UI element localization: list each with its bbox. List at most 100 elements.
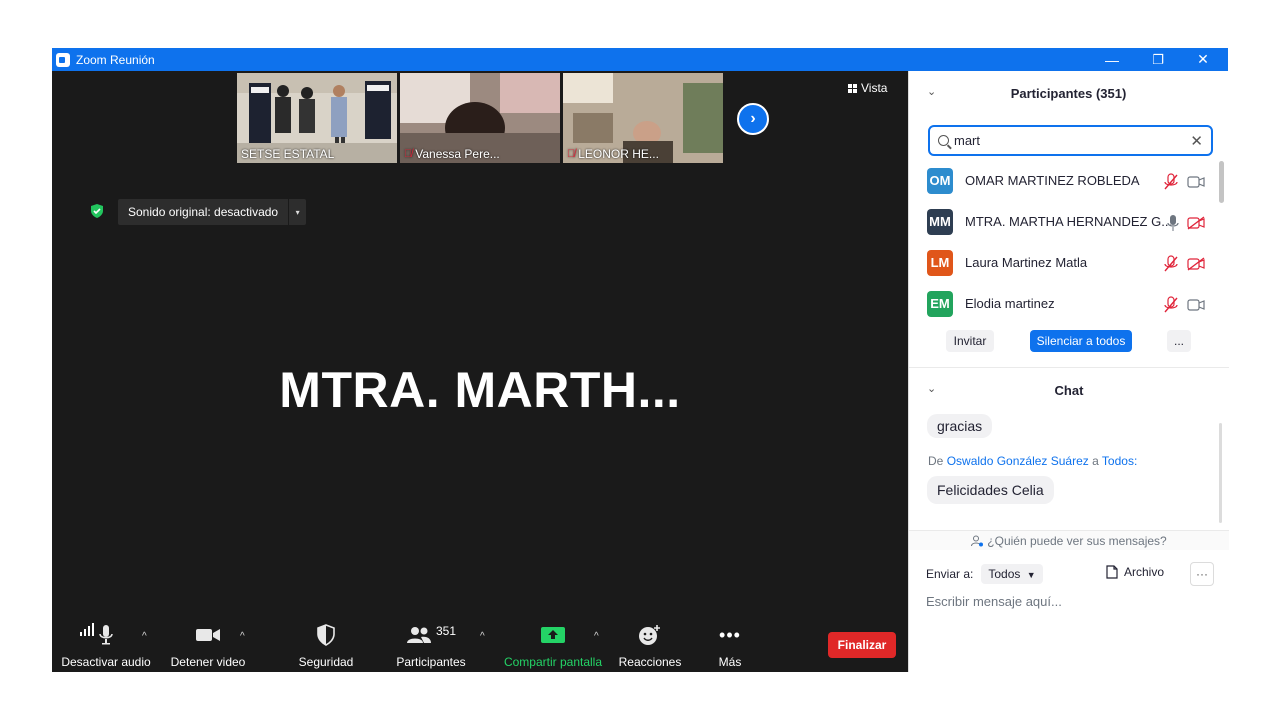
participant-row[interactable]: MM MTRA. MARTHA HERNANDEZ G... — [909, 201, 1219, 242]
chat-message: Felicidades Celia — [927, 476, 1054, 504]
mute-audio-button[interactable]: Desactivar audio — [61, 623, 151, 669]
participant-row[interactable]: OM OMAR MARTINEZ ROBLEDA — [909, 160, 1219, 201]
chat-header: ⌄ Chat — [909, 368, 1229, 412]
video-camera-icon — [195, 623, 221, 647]
mic-on-icon — [1167, 215, 1179, 231]
participants-label: Participantes — [396, 655, 466, 669]
participants-button[interactable]: 351 Participantes — [394, 623, 468, 669]
reactions-emoji-icon — [638, 623, 662, 647]
video-off-icon — [1187, 216, 1205, 230]
mic-muted-icon — [1164, 296, 1178, 313]
chat-section: ⌄ Chat gracias De Oswaldo González Suáre… — [909, 367, 1229, 504]
recipient-name: Todos: — [1101, 454, 1138, 468]
video-on-icon — [1187, 176, 1205, 188]
participants-scrollbar[interactable] — [1219, 161, 1224, 203]
who-can-see-label: ¿Quién puede ver sus mensajes? — [987, 533, 1167, 548]
invite-button[interactable]: Invitar — [946, 330, 994, 352]
thumbnail-video[interactable]: 🎙̸ LEONOR HE... — [563, 73, 723, 163]
security-button[interactable]: Seguridad — [296, 623, 356, 669]
chat-title: Chat — [1054, 382, 1084, 398]
next-page-button[interactable]: › — [737, 103, 769, 135]
thumbnail-name: SETSE ESTATAL — [241, 147, 335, 161]
thumbnail-name: 🎙̸ LEONOR HE... — [567, 147, 659, 161]
participant-name: Elodia martinez — [965, 296, 1055, 311]
who-can-see-link[interactable]: ¿Quién puede ver sus mensajes? — [909, 530, 1229, 550]
end-meeting-button[interactable]: Finalizar — [828, 632, 896, 658]
original-sound-toggle[interactable]: Sonido original: desactivado ▾ — [118, 199, 307, 225]
minimize-button[interactable]: — — [1089, 48, 1135, 71]
view-button[interactable]: Vista — [848, 81, 887, 95]
gallery-strip: SETSE ESTATAL 🎙̸ Vanessa Pere... 🎙̸ LEON… — [237, 73, 723, 163]
participant-name: Laura Martinez Matla — [965, 255, 1088, 270]
participants-options-caret-icon[interactable]: ^ — [480, 631, 485, 642]
chat-message: gracias — [927, 414, 993, 438]
share-screen-icon — [540, 623, 566, 647]
avatar: MM — [927, 208, 953, 235]
chat-message-input[interactable]: Escribir mensaje aquí... — [926, 594, 1062, 609]
mute-all-button[interactable]: Silenciar a todos — [1030, 330, 1132, 352]
participant-search-input[interactable]: mart ✕ — [928, 125, 1213, 156]
mute-audio-label: Desactivar audio — [61, 655, 151, 669]
chat-scrollbar[interactable] — [1219, 423, 1222, 523]
participant-row[interactable]: LM Laura Martinez Matla — [909, 242, 1219, 283]
avatar: LM — [927, 249, 953, 276]
share-screen-label: Compartir pantalla — [503, 655, 603, 669]
security-shield-icon — [316, 623, 336, 647]
active-speaker-name: MTRA. MARTH... — [279, 362, 681, 418]
meeting-toolbar: Desactivar audio ^ Detener video ^ Segur… — [52, 619, 908, 672]
collapse-chevron-icon[interactable]: ⌄ — [927, 382, 936, 395]
thumbnail-video[interactable]: 🎙̸ Vanessa Pere... — [400, 73, 560, 163]
participant-status-icons — [1163, 255, 1205, 273]
gallery-view-icon — [848, 83, 857, 93]
collapse-chevron-icon[interactable]: ⌄ — [927, 85, 936, 98]
participants-actions: Invitar Silenciar a todos ... — [909, 330, 1229, 358]
video-off-icon — [1187, 257, 1205, 271]
thumbnail-video[interactable]: SETSE ESTATAL — [237, 73, 397, 163]
participant-status-icons — [1167, 214, 1205, 232]
share-options-caret-icon[interactable]: ^ — [594, 631, 599, 642]
audio-options-caret-icon[interactable]: ^ — [142, 631, 147, 642]
sender-name[interactable]: Oswaldo González Suárez — [947, 454, 1089, 468]
reactions-label: Reacciones — [618, 655, 682, 669]
file-button[interactable]: Archivo — [1106, 565, 1164, 579]
more-label: Más — [718, 655, 742, 669]
participants-count: 351 — [435, 624, 457, 638]
video-options-caret-icon[interactable]: ^ — [240, 631, 245, 642]
share-screen-button[interactable]: Compartir pantalla — [502, 623, 604, 669]
participant-row[interactable]: EM Elodia martinez — [909, 283, 1219, 324]
stop-video-button[interactable]: Detener video — [168, 623, 248, 669]
search-value: mart — [954, 133, 980, 148]
chat-bubble: gracias — [927, 414, 993, 438]
thumbnail-name: 🎙̸ Vanessa Pere... — [404, 147, 500, 161]
avatar: OM — [927, 167, 953, 194]
original-sound-label: Sonido original: desactivado — [128, 205, 279, 219]
participants-more-button[interactable]: ... — [1167, 330, 1191, 352]
chat-sender-line: De Oswaldo González Suárez a Todos: — [928, 454, 1138, 468]
microphone-icon — [98, 623, 114, 647]
window-title: Zoom Reunión — [76, 52, 155, 67]
restore-button[interactable]: ❐ — [1135, 48, 1181, 71]
side-panel: ⌄ Participantes (351) mart ✕ OM OMAR MAR… — [908, 71, 1229, 672]
mic-muted-icon — [1164, 173, 1178, 190]
file-icon — [1106, 565, 1118, 579]
reactions-button[interactable]: Reacciones — [618, 623, 682, 669]
chat-more-button[interactable]: ··· — [1190, 562, 1214, 586]
send-to-row: Enviar a: Todos ▼ Archivo ··· — [926, 562, 1216, 586]
title-bar: Zoom Reunión — ❐ ✕ — [52, 48, 1228, 71]
recipient-select[interactable]: Todos ▼ — [981, 564, 1043, 584]
encryption-shield-icon — [91, 204, 103, 218]
participants-title: Participantes (351) — [1010, 85, 1127, 101]
zoom-app-icon — [56, 52, 70, 67]
clear-search-icon[interactable]: ✕ — [1190, 132, 1203, 150]
mic-muted-icon: 🎙̸ — [567, 148, 576, 160]
chevron-down-icon[interactable]: ▾ — [288, 199, 306, 225]
send-to-label: Enviar a: — [926, 567, 974, 581]
participants-header: ⌄ Participantes (351) — [909, 71, 1228, 115]
participant-name: OMAR MARTINEZ ROBLEDA — [965, 173, 1140, 188]
more-button[interactable]: ••• Más — [712, 623, 748, 670]
avatar: EM — [927, 290, 953, 317]
participant-list: OM OMAR MARTINEZ ROBLEDA MM MTRA. MARTHA… — [909, 160, 1219, 324]
file-label: Archivo — [1124, 565, 1165, 579]
close-button[interactable]: ✕ — [1180, 48, 1226, 71]
participants-icon: 351 — [406, 623, 456, 647]
